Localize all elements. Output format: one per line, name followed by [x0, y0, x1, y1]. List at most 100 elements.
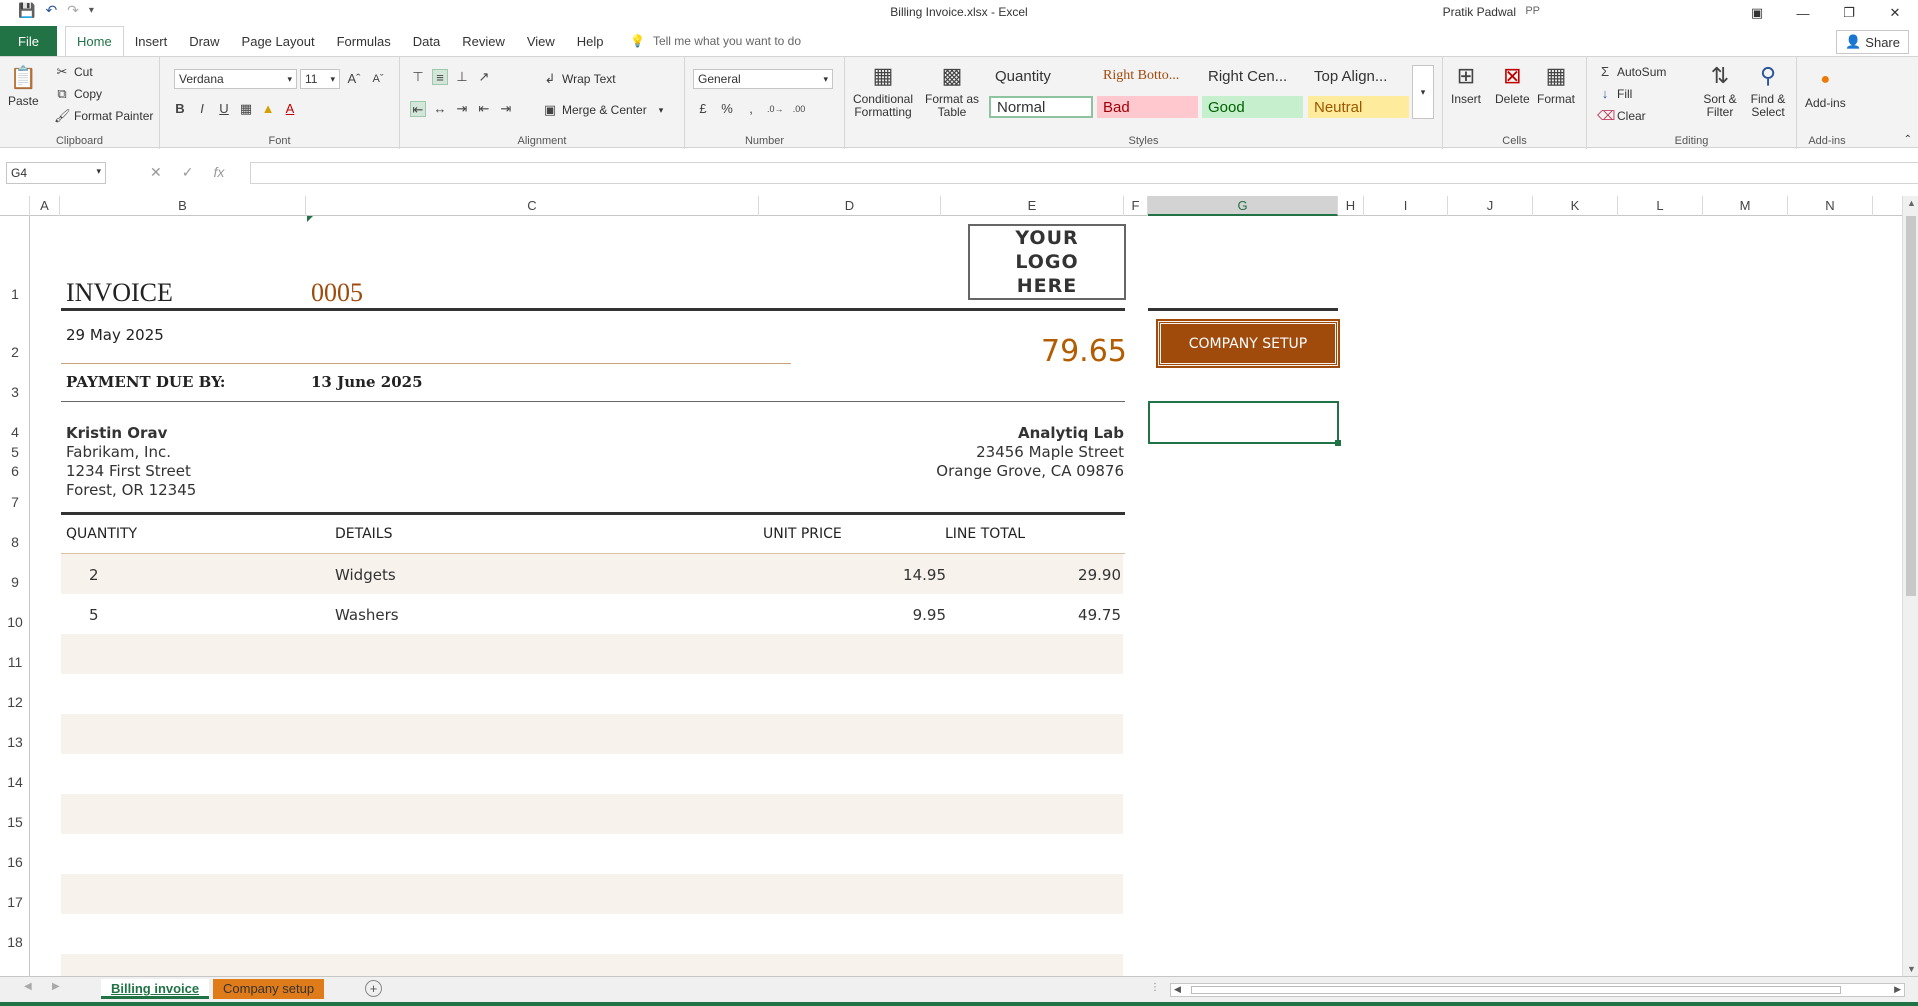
item-line-total[interactable]: 29.90: [1078, 566, 1121, 584]
row-header[interactable]: 5: [0, 444, 30, 460]
conditional-formatting-button[interactable]: ▦ Conditional Formatting: [851, 61, 915, 119]
close-icon[interactable]: ✕: [1872, 0, 1918, 26]
horizontal-scrollbar[interactable]: ◀ ▶: [1170, 983, 1905, 997]
vertical-scrollbar[interactable]: ▲ ▼: [1902, 196, 1918, 976]
table-row[interactable]: [61, 954, 1123, 976]
bill-to-name[interactable]: Kristin Orav: [66, 424, 167, 442]
align-top-icon[interactable]: ⊤: [410, 69, 426, 85]
from-city[interactable]: Orange Grove, CA 09876: [936, 462, 1124, 480]
row-header[interactable]: 8: [0, 534, 30, 550]
column-header-d[interactable]: D: [759, 196, 941, 216]
font-color-icon[interactable]: A: [282, 101, 298, 117]
insert-cells-button[interactable]: ⊞ Insert: [1451, 61, 1481, 106]
find-select-button[interactable]: ⚲ Find & Select: [1745, 61, 1791, 119]
horizontal-scroll-thumb[interactable]: [1191, 986, 1841, 994]
tab-file[interactable]: File: [0, 26, 57, 56]
column-header-i[interactable]: I: [1364, 196, 1448, 216]
column-header-n[interactable]: N: [1788, 196, 1873, 216]
tell-me-box[interactable]: 💡 Tell me what you want to do: [630, 34, 801, 48]
item-details[interactable]: Washers: [335, 606, 399, 624]
vertical-scroll-thumb[interactable]: [1906, 216, 1916, 596]
payment-due-date[interactable]: 13 June 2025: [311, 373, 423, 391]
row-header[interactable]: 3: [0, 384, 30, 400]
column-header-b[interactable]: B: [60, 196, 306, 216]
style-normal[interactable]: Normal: [989, 96, 1093, 118]
column-header-l[interactable]: L: [1618, 196, 1703, 216]
row-header[interactable]: 7: [0, 494, 30, 510]
increase-decimal-icon[interactable]: .0→: [767, 101, 784, 117]
column-header-j[interactable]: J: [1448, 196, 1533, 216]
tab-page-layout[interactable]: Page Layout: [231, 26, 326, 56]
row-header[interactable]: 6: [0, 463, 30, 479]
decrease-decimal-icon[interactable]: .00: [791, 101, 807, 117]
share-button[interactable]: 👤 Share: [1836, 30, 1909, 54]
row-header[interactable]: 15: [0, 814, 30, 830]
from-street[interactable]: 23456 Maple Street: [976, 443, 1124, 461]
orientation-icon[interactable]: ↗: [476, 69, 492, 85]
style-right-bottom[interactable]: Right Botto...: [1097, 65, 1201, 87]
row-header[interactable]: 4: [0, 424, 30, 440]
comma-icon[interactable]: ,: [743, 101, 759, 117]
paste-button[interactable]: 📋 Paste: [8, 63, 39, 108]
row-header[interactable]: 9: [0, 574, 30, 590]
worksheet-grid[interactable]: YOUR LOGO HERE INVOICE 0005 29 May 2025 …: [31, 216, 1906, 976]
tab-home[interactable]: Home: [65, 26, 124, 57]
format-painter-button[interactable]: 🖌 Format Painter: [54, 108, 153, 124]
redo-icon[interactable]: ↷: [67, 2, 79, 19]
bold-icon[interactable]: B: [172, 101, 188, 117]
wrap-text-button[interactable]: ↲ Wrap Text: [542, 71, 616, 87]
item-unit-price[interactable]: 9.95: [913, 606, 946, 624]
format-cells-button[interactable]: ▦ Format: [1537, 61, 1575, 106]
formula-input[interactable]: [250, 162, 1918, 184]
percent-icon[interactable]: %: [719, 101, 735, 117]
column-header-k[interactable]: K: [1533, 196, 1618, 216]
customize-toolbar-icon[interactable]: ▾: [89, 5, 94, 16]
column-header-a[interactable]: A: [30, 196, 60, 216]
add-sheet-icon[interactable]: +: [365, 980, 382, 997]
cut-button[interactable]: ✂ Cut: [54, 64, 93, 80]
from-name[interactable]: Analytiq Lab: [1018, 424, 1124, 442]
company-setup-button[interactable]: COMPANY SETUP: [1156, 319, 1340, 368]
underline-icon[interactable]: U: [216, 101, 232, 117]
sheet-tab-company-setup[interactable]: Company setup: [213, 979, 325, 999]
insert-function-icon[interactable]: fx: [213, 164, 224, 181]
tab-insert[interactable]: Insert: [124, 26, 179, 56]
copy-button[interactable]: ⧉ Copy: [54, 86, 102, 102]
increase-font-icon[interactable]: Aˆ: [346, 71, 362, 87]
bill-to-street[interactable]: 1234 First Street: [66, 462, 191, 480]
row-header[interactable]: 10: [0, 614, 30, 630]
invoice-total[interactable]: 79.65: [1041, 334, 1127, 369]
scroll-down-icon[interactable]: ▼: [1907, 964, 1916, 974]
scroll-tabs-right-icon[interactable]: ▶: [52, 981, 60, 992]
currency-icon[interactable]: £: [695, 101, 711, 117]
table-row[interactable]: [61, 634, 1123, 674]
item-line-total[interactable]: 49.75: [1078, 606, 1121, 624]
item-details[interactable]: Widgets: [335, 566, 396, 584]
row-header[interactable]: 2: [0, 344, 30, 360]
font-name-combo[interactable]: Verdana ▾: [174, 69, 297, 89]
scroll-right-icon[interactable]: ▶: [1894, 984, 1901, 995]
logo-placeholder[interactable]: YOUR LOGO HERE: [968, 224, 1126, 300]
italic-icon[interactable]: I: [194, 101, 210, 117]
restore-icon[interactable]: ❐: [1826, 0, 1872, 26]
table-row[interactable]: [61, 794, 1123, 834]
number-format-combo[interactable]: General ▾: [693, 69, 833, 89]
select-all-corner[interactable]: [0, 196, 30, 216]
selected-cell-g4[interactable]: [1148, 401, 1339, 444]
row-header[interactable]: 14: [0, 774, 30, 790]
item-unit-price[interactable]: 14.95: [903, 566, 946, 584]
merge-center-button[interactable]: ▣ Merge & Center ▾: [542, 102, 663, 118]
align-right-icon[interactable]: ⇥: [454, 101, 470, 117]
style-right-center[interactable]: Right Cen...: [1202, 65, 1306, 87]
name-box[interactable]: G4 ▾: [6, 162, 106, 184]
column-header-m[interactable]: M: [1703, 196, 1788, 216]
column-header-c[interactable]: C: [306, 196, 759, 216]
row-header[interactable]: 12: [0, 694, 30, 710]
item-qty[interactable]: 2: [89, 566, 99, 584]
styles-more-button[interactable]: ▾: [1412, 65, 1434, 119]
increase-indent-icon[interactable]: ⇥: [498, 101, 514, 117]
cancel-entry-icon[interactable]: ✕: [150, 164, 162, 181]
align-bottom-icon[interactable]: ⊥: [454, 69, 470, 85]
style-bad[interactable]: Bad: [1097, 96, 1198, 118]
invoice-date[interactable]: 29 May 2025: [66, 326, 164, 344]
